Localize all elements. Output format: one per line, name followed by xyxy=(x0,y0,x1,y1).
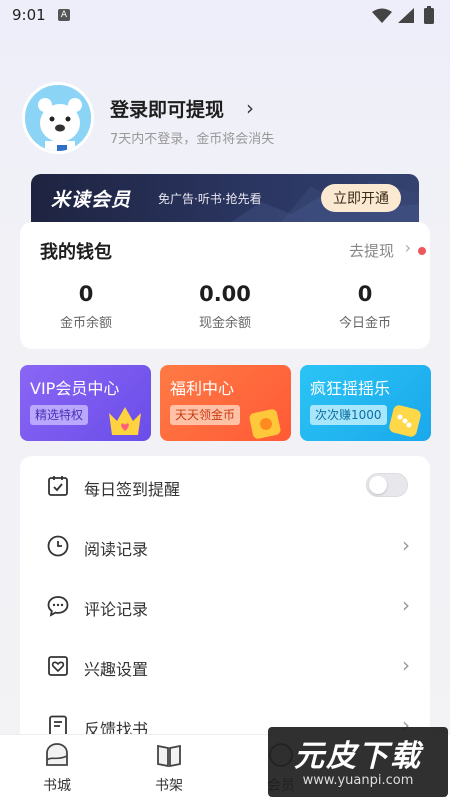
notification-dot xyxy=(418,247,426,255)
stat-label: 现金余额 xyxy=(198,316,251,331)
login-title[interactable]: 登录即可提现 xyxy=(110,95,224,122)
stat-coin-balance[interactable]: 0 金币余额 xyxy=(26,280,146,331)
status-time: 9:01 xyxy=(12,6,46,24)
avatar[interactable] xyxy=(22,82,94,154)
stat-label: 今日金币 xyxy=(338,316,391,331)
menu-item-checkin-reminder[interactable]: 每日签到提醒 xyxy=(20,456,430,516)
menu-item-interest-settings[interactable]: 兴趣设置 › xyxy=(20,636,430,696)
stat-label: 金币余额 xyxy=(59,316,112,331)
signal-icon xyxy=(398,8,414,23)
wallet-card: 我的钱包 去提现 › 0 金币余额 0.00 现金余额 0 今日金币 xyxy=(20,222,430,349)
feature-tag: 精选特权 xyxy=(30,405,89,425)
bookstore-icon xyxy=(46,743,68,766)
clock-icon xyxy=(47,535,69,557)
menu-card: 每日签到提醒 阅读记录 › 评论记录 › 兴趣设置 › 反馈找书 › xyxy=(20,456,430,756)
status-bar: 9:01 A xyxy=(0,0,450,32)
dice-icon xyxy=(389,405,421,437)
login-subtitle: 7天内不登录，金币将会消失 xyxy=(110,132,275,147)
stat-value: 0.00 xyxy=(199,282,251,306)
battery-icon xyxy=(424,8,434,24)
watermark-url: www.yuanpi.com xyxy=(302,773,414,788)
feature-title: VIP会员中心 xyxy=(30,379,120,398)
feature-crazy-shake[interactable]: 疯狂摇摇乐 次次赚1000 xyxy=(300,365,431,441)
vip-open-button[interactable]: 立即开通 xyxy=(321,184,401,212)
nav-item-bookstore[interactable]: 书城 xyxy=(27,741,87,797)
crown-icon xyxy=(109,407,141,435)
stat-value: 0 xyxy=(78,282,94,306)
heart-frame-icon xyxy=(48,656,68,676)
chevron-right-icon[interactable]: › xyxy=(246,96,254,120)
chevron-right-icon[interactable]: › xyxy=(405,238,411,257)
stat-value: 0 xyxy=(357,282,373,306)
menu-item-comment-history[interactable]: 评论记录 › xyxy=(20,576,430,636)
calendar-check-icon xyxy=(48,476,68,496)
stat-cash-balance[interactable]: 0.00 现金余额 xyxy=(165,280,285,331)
comment-icon xyxy=(47,596,69,617)
vip-banner[interactable]: 米读会员 免广告·听书·抢先看 立即开通 xyxy=(31,174,419,222)
watermark-text: 元皮下载 xyxy=(294,739,422,774)
nav-label: 书架 xyxy=(155,778,183,794)
toggle-knob xyxy=(369,476,387,494)
vip-title: 米读会员 xyxy=(51,189,132,211)
nav-label: 书城 xyxy=(43,778,71,794)
stat-today-coins[interactable]: 0 今日金币 xyxy=(305,280,425,331)
bear-avatar-icon xyxy=(25,85,91,151)
withdraw-link[interactable]: 去提现 xyxy=(349,240,394,261)
wallet-title: 我的钱包 xyxy=(40,242,112,263)
feature-title: 福利中心 xyxy=(170,379,235,398)
watermark: 元皮下载 www.yuanpi.com xyxy=(268,727,448,797)
chevron-right-icon: › xyxy=(402,593,410,617)
menu-label: 评论记录 xyxy=(84,600,149,619)
menu-label: 阅读记录 xyxy=(84,540,149,559)
chevron-right-icon: › xyxy=(402,533,410,557)
feature-welfare-center[interactable]: 福利中心 天天领金币 xyxy=(160,365,291,441)
wifi-icon xyxy=(372,8,392,23)
menu-label: 兴趣设置 xyxy=(84,660,149,679)
coin-pouch-icon xyxy=(249,409,281,439)
nav-item-bookshelf[interactable]: 书架 xyxy=(139,741,199,797)
bookshelf-icon xyxy=(157,744,181,768)
notification-badge-icon: A xyxy=(58,9,70,21)
checkin-reminder-toggle[interactable] xyxy=(366,473,408,497)
feature-tag: 天天领金币 xyxy=(170,405,241,425)
feature-title: 疯狂摇摇乐 xyxy=(310,379,391,398)
menu-label: 每日签到提醒 xyxy=(84,480,181,499)
status-icons xyxy=(372,6,434,24)
menu-item-reading-history[interactable]: 阅读记录 › xyxy=(20,516,430,576)
feature-vip-center[interactable]: VIP会员中心 精选特权 xyxy=(20,365,151,441)
vip-subtitle: 免广告·听书·抢先看 xyxy=(158,192,262,206)
chevron-right-icon: › xyxy=(402,653,410,677)
feature-tag: 次次赚1000 xyxy=(310,405,387,425)
